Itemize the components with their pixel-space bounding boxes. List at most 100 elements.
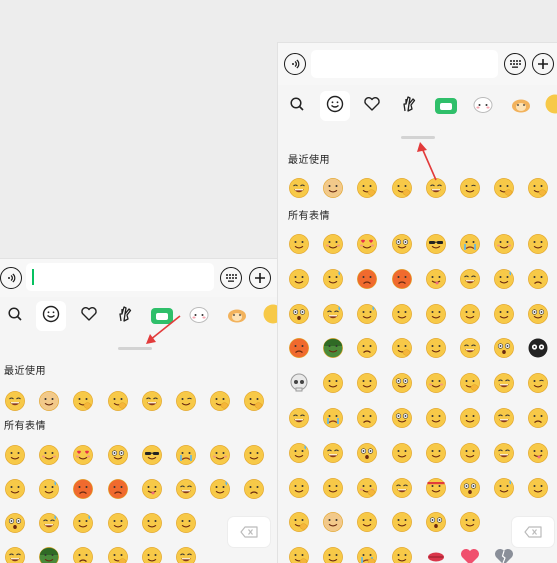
keyboard-button[interactable] <box>220 267 242 289</box>
frustrated-emoji[interactable] <box>356 337 378 359</box>
sweat-emoji[interactable] <box>493 268 515 290</box>
skull-emoji[interactable] <box>288 372 310 394</box>
tired-emoji[interactable] <box>493 303 515 325</box>
cry-laugh-emoji[interactable] <box>493 442 515 464</box>
cry-hands-emoji[interactable] <box>356 546 378 563</box>
frustrated-emoji[interactable] <box>72 546 94 563</box>
delete-button[interactable] <box>228 517 270 547</box>
add-button[interactable] <box>249 267 271 289</box>
angry-emoji[interactable] <box>72 478 94 500</box>
smile-emoji[interactable] <box>4 444 26 466</box>
cool-emoji[interactable] <box>425 233 447 255</box>
peek-emoji[interactable] <box>288 546 310 563</box>
smirk-hand-emoji[interactable] <box>243 390 265 412</box>
rage-emoji[interactable] <box>107 478 129 500</box>
laugh-emoji[interactable] <box>175 546 197 563</box>
sly-emoji[interactable] <box>459 442 481 464</box>
tab-sticker-face[interactable] <box>540 91 557 121</box>
smirk-emoji[interactable] <box>425 407 447 429</box>
nervous-emoji[interactable] <box>356 303 378 325</box>
voice-button[interactable] <box>0 267 22 289</box>
cool-emoji[interactable] <box>141 444 163 466</box>
smile-emoji[interactable] <box>141 512 163 534</box>
lips-emoji[interactable] <box>425 546 447 563</box>
delete-button[interactable] <box>512 517 554 547</box>
shocked-emoji[interactable] <box>493 337 515 359</box>
dizzy-emoji[interactable] <box>527 303 549 325</box>
heart-eyes-emoji[interactable] <box>356 233 378 255</box>
laugh-emoji[interactable] <box>459 337 481 359</box>
angry-emoji[interactable] <box>356 268 378 290</box>
sleepy-emoji[interactable] <box>4 478 26 500</box>
army-emoji[interactable] <box>322 337 344 359</box>
laugh-sweat-emoji[interactable] <box>38 512 60 534</box>
tab-sticker-pack[interactable] <box>147 301 177 331</box>
broken-heart-emoji[interactable] <box>493 546 515 563</box>
shock-emoji[interactable] <box>356 442 378 464</box>
doge-emoji[interactable] <box>322 177 344 199</box>
grin-emoji[interactable] <box>459 268 481 290</box>
blush-emoji[interactable] <box>322 233 344 255</box>
tab-sticker-pack[interactable] <box>431 91 461 121</box>
drag-handle[interactable] <box>401 136 435 139</box>
sleepy-drool-emoji[interactable] <box>391 546 413 563</box>
grin-emoji[interactable] <box>493 407 515 429</box>
tab-gestures[interactable] <box>110 301 140 331</box>
starry-emoji[interactable] <box>459 407 481 429</box>
laugh-cry-emoji[interactable] <box>4 390 26 412</box>
panda-emoji[interactable] <box>527 337 549 359</box>
dull-emoji[interactable] <box>391 442 413 464</box>
laugh-emoji[interactable] <box>322 442 344 464</box>
sneer-emoji[interactable] <box>459 303 481 325</box>
scheming-emoji[interactable] <box>141 546 163 563</box>
tongue-emoji[interactable] <box>141 478 163 500</box>
spy-emoji[interactable] <box>322 372 344 394</box>
ok-hand-emoji[interactable] <box>493 177 515 199</box>
cry-emoji[interactable] <box>175 444 197 466</box>
tab-sticker-face[interactable] <box>258 301 278 331</box>
headband-emoji[interactable] <box>425 477 447 499</box>
skeptical-emoji[interactable] <box>243 444 265 466</box>
tab-search[interactable] <box>0 301 30 331</box>
smile-emoji[interactable] <box>322 477 344 499</box>
stare-emoji[interactable] <box>107 444 129 466</box>
facepalm-emoji[interactable] <box>107 390 129 412</box>
facepalm-emoji[interactable] <box>391 177 413 199</box>
smirk-hand-emoji[interactable] <box>527 177 549 199</box>
tongue-emoji[interactable] <box>425 268 447 290</box>
skeptical-emoji[interactable] <box>527 233 549 255</box>
message-input[interactable] <box>311 50 498 78</box>
ok-hand-emoji[interactable] <box>209 390 231 412</box>
smile-emoji[interactable] <box>459 511 481 533</box>
cry-emoji[interactable] <box>459 233 481 255</box>
grin-emoji[interactable] <box>141 390 163 412</box>
wink-slide-emoji[interactable] <box>527 372 549 394</box>
heart-eyes-emoji[interactable] <box>72 444 94 466</box>
tab-emoji[interactable] <box>320 91 350 121</box>
hug-emoji[interactable] <box>459 372 481 394</box>
smile-emoji[interactable] <box>425 303 447 325</box>
smug-emoji[interactable] <box>288 477 310 499</box>
nervous-emoji[interactable] <box>72 512 94 534</box>
army-emoji[interactable] <box>38 546 60 563</box>
keyboard-button[interactable] <box>504 53 526 75</box>
smirk-emoji[interactable] <box>391 511 413 533</box>
drag-handle[interactable] <box>118 347 152 350</box>
tab-sticker-cat[interactable] <box>468 91 498 121</box>
sweat-smile-emoji[interactable] <box>288 442 310 464</box>
awkward-emoji[interactable] <box>322 268 344 290</box>
tab-sticker-hamster[interactable] <box>222 301 252 331</box>
sob-emoji[interactable] <box>322 407 344 429</box>
tab-sticker-cat[interactable] <box>184 301 214 331</box>
surprised-emoji[interactable] <box>288 303 310 325</box>
tab-gestures[interactable] <box>394 91 424 121</box>
smile-emoji[interactable] <box>288 233 310 255</box>
stare-emoji[interactable] <box>391 407 413 429</box>
grin-teeth-emoji[interactable] <box>493 372 515 394</box>
voice-button[interactable] <box>284 53 306 75</box>
tab-emoji[interactable] <box>36 301 66 331</box>
add-button[interactable] <box>532 53 554 75</box>
wink-emoji[interactable] <box>459 177 481 199</box>
doge-emoji[interactable] <box>38 390 60 412</box>
wink-emoji[interactable] <box>175 390 197 412</box>
